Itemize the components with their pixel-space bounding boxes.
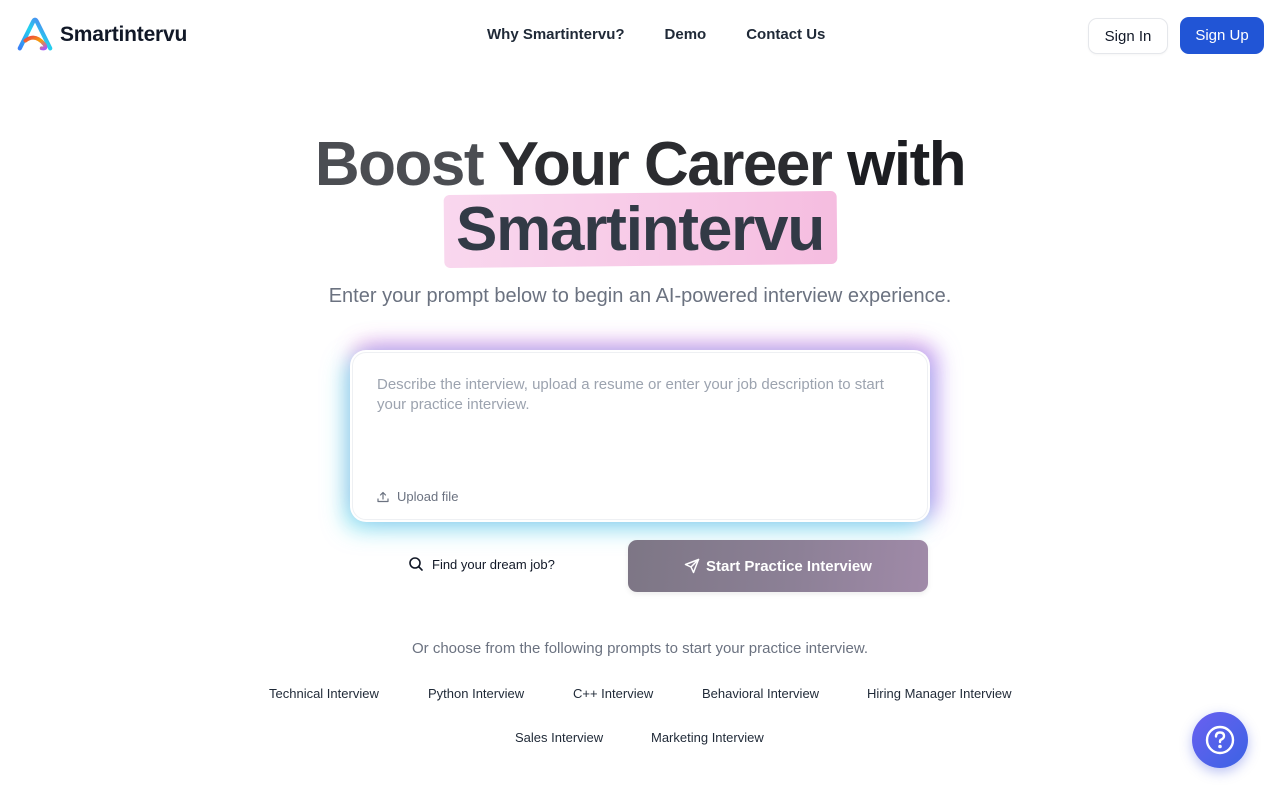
hero-brand-title: Smartintervu xyxy=(455,195,825,264)
start-practice-interview-label: Start Practice Interview xyxy=(706,557,872,575)
nav-demo[interactable]: Demo xyxy=(665,26,707,43)
prompt-chip-behavioral[interactable]: Behavioral Interview xyxy=(702,686,819,701)
nav-why-smartintervu[interactable]: Why Smartintervu? xyxy=(487,26,625,43)
prompt-chip-technical[interactable]: Technical Interview xyxy=(269,686,379,701)
smartintervu-logo-icon xyxy=(17,17,53,51)
prompt-chip-marketing[interactable]: Marketing Interview xyxy=(651,730,764,745)
brand-link[interactable]: Smartintervu xyxy=(16,16,187,54)
hero-subtitle: Enter your prompt below to begin an AI-p… xyxy=(328,285,952,307)
upload-icon xyxy=(377,491,389,502)
find-dream-job-link[interactable]: Find your dream job? xyxy=(408,556,555,572)
prompt-input[interactable] xyxy=(377,375,907,445)
hero-title-part-boost: Boost xyxy=(314,130,498,199)
prompts-heading: Or choose from the following prompts to … xyxy=(411,640,869,657)
prompt-chip-cpp[interactable]: C++ Interview xyxy=(573,686,653,701)
upload-file-label: Upload file xyxy=(397,489,459,504)
prompt-chip-hiring-manager[interactable]: Hiring Manager Interview xyxy=(867,686,1012,701)
help-icon xyxy=(1205,725,1235,755)
search-icon xyxy=(409,557,423,571)
prompt-chip-python[interactable]: Python Interview xyxy=(428,686,524,701)
prompt-box: Upload file xyxy=(352,352,928,520)
sign-in-button[interactable]: Sign In xyxy=(1088,18,1168,54)
prompt-chip-sales[interactable]: Sales Interview xyxy=(515,730,603,745)
find-dream-job-label: Find your dream job? xyxy=(432,556,555,572)
hero-title-part-with: with xyxy=(847,130,966,199)
send-icon xyxy=(684,558,700,574)
nav-contact-us[interactable]: Contact Us xyxy=(746,26,825,43)
help-button[interactable] xyxy=(1192,712,1248,768)
hero-title: Boost Your Career with xyxy=(0,130,1280,200)
start-practice-interview-button[interactable]: Start Practice Interview xyxy=(628,540,928,592)
upload-file-button[interactable]: Upload file xyxy=(377,489,458,504)
hero-title-part-career: Your Career xyxy=(497,130,848,199)
sign-up-button[interactable]: Sign Up xyxy=(1180,17,1264,54)
brand-name: Smartintervu xyxy=(60,23,188,46)
site-header: Smartintervu Why Smartintervu? Demo Cont… xyxy=(0,0,1280,70)
main-nav: Why Smartintervu? Demo Contact Us xyxy=(487,26,825,43)
